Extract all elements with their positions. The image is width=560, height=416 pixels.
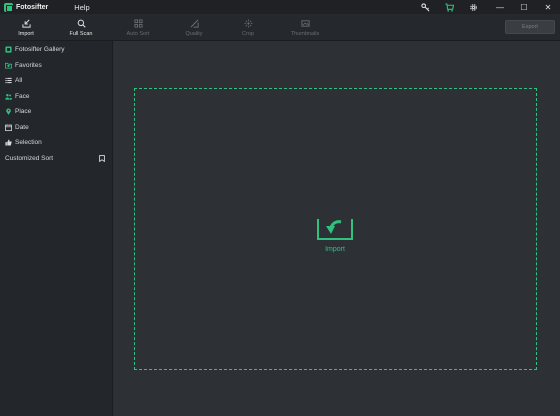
auto-sort-icon [133,18,143,28]
customized-sort-label: Customized Sort [5,154,54,162]
app-name: Fotosifter [16,3,49,11]
sidebar-item-date[interactable]: Date [5,121,29,133]
import-label: Import [325,246,345,253]
customized-sort[interactable]: Customized Sort [5,152,105,164]
fotosifter-logo-icon [4,2,13,12]
location-pin-icon [6,108,11,115]
thumbs-up-icon [5,139,12,146]
import-tool-button[interactable]: Import [12,14,40,41]
import-center-button[interactable]: Import [315,216,355,253]
import-tool-label: Import [18,30,34,37]
auto-sort-button[interactable]: Auto Sort [120,14,156,41]
auto-sort-label: Auto Sort [126,30,150,37]
maximize-button[interactable]: ☐ [512,0,536,14]
import-arrow-icon [317,219,353,240]
bookmark-icon[interactable] [99,154,105,162]
thumbnails-button[interactable]: Thumbnails [285,14,325,41]
full-scan-button[interactable]: Full Scan [64,14,98,41]
toolbar: Import Full Scan Auto Sort Quality Crop … [0,14,560,41]
import-icon [21,19,31,28]
close-button[interactable]: ✕ [536,0,560,14]
quality-button[interactable]: Quality [178,14,210,41]
crop-button[interactable]: Crop [234,14,262,41]
sidebar-item-place[interactable]: Place [5,105,31,117]
sidebar-item-label: Date [15,123,29,131]
thumbnails-icon [300,19,310,27]
key-icon[interactable] [418,0,432,14]
quality-label: Quality [185,30,203,37]
sidebar-item-label: Place [15,107,32,115]
crop-label: Crop [242,30,254,37]
quality-icon [190,19,199,28]
sidebar: Fotosifter Gallery Favorites All Face Pl… [0,41,113,416]
list-icon [5,77,12,83]
sidebar-item-selection[interactable]: Selection [5,136,42,148]
sidebar-item-label: All [15,76,23,84]
sidebar-item-gallery[interactable]: Fotosifter Gallery [5,43,65,55]
full-scan-label: Full Scan [69,30,93,37]
sidebar-item-all[interactable]: All [5,74,22,86]
scan-icon [77,19,86,28]
thumbnails-label: Thumbnails [290,30,320,37]
people-icon [5,93,12,100]
main-content: Import [114,41,560,416]
title-bar: Fotosifter Help — ☐ ✕ [0,0,560,14]
sidebar-item-face[interactable]: Face [5,90,29,102]
export-button[interactable]: Export [505,20,555,34]
sidebar-item-label: Fotosifter Gallery [15,45,65,53]
gear-icon[interactable] [466,0,480,14]
gallery-icon [5,45,12,53]
menu-help[interactable]: Help [74,3,89,12]
sidebar-item-label: Face [15,92,30,100]
title-bar-controls: — ☐ ✕ [408,0,560,14]
cart-icon[interactable] [442,0,456,14]
sidebar-item-favorites[interactable]: Favorites [5,59,42,71]
crop-icon [243,18,253,28]
sidebar-item-label: Selection [15,138,42,146]
minimize-button[interactable]: — [488,0,512,14]
calendar-icon [5,123,12,131]
app-logo: Fotosifter [4,2,49,12]
heart-folder-icon [5,62,12,69]
sidebar-item-label: Favorites [15,61,42,69]
